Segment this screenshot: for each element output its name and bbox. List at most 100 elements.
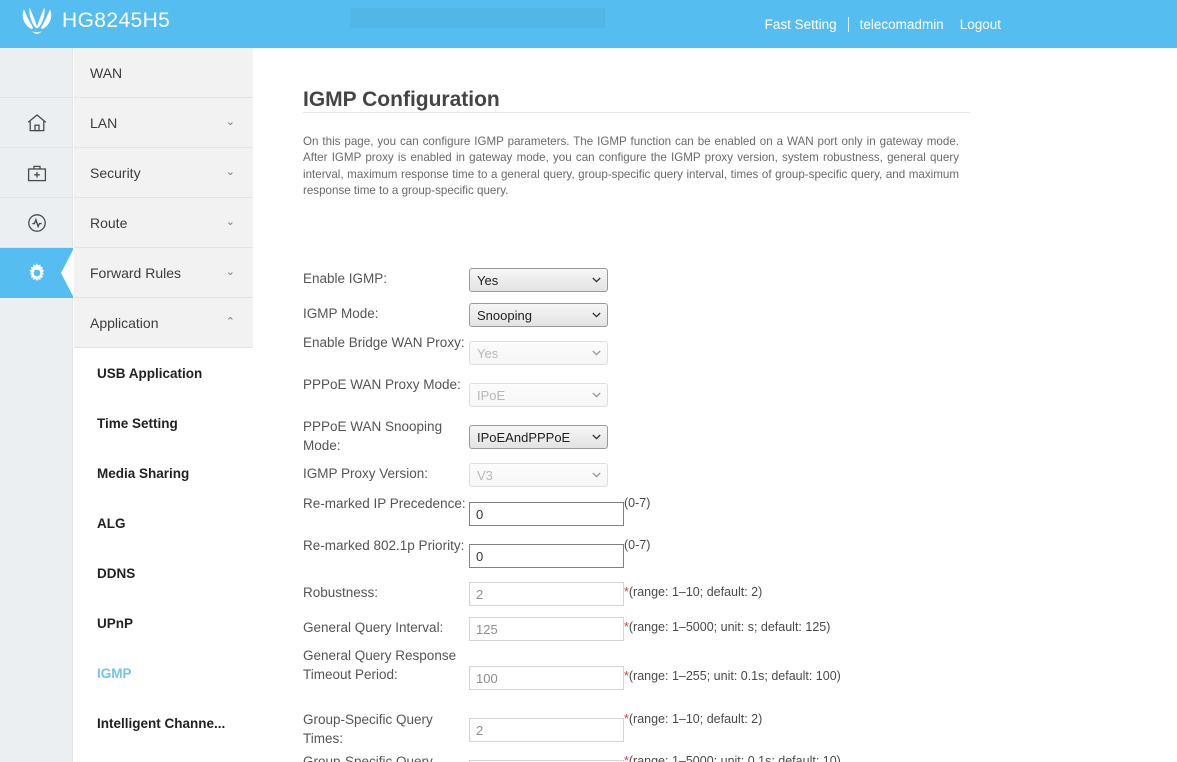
sidebar-subitem-usb-application[interactable]: USB Application bbox=[74, 348, 253, 398]
field-hint: (0-7) bbox=[624, 496, 651, 510]
field-control: IPoEAndPPPoE bbox=[469, 416, 608, 449]
form-row-pppoe-wan-proxy-mode: PPPoE WAN Proxy Mode: IPoE bbox=[303, 374, 608, 407]
sidebar-item-label: Security bbox=[90, 164, 141, 181]
sidebar-item-forward-rules[interactable]: Forward Rules ⌄ bbox=[74, 248, 253, 298]
form-row-group-specific-query-interval: Group-Specific Query Interval: *(range: … bbox=[303, 751, 841, 762]
rail-item-advanced-settings[interactable] bbox=[0, 248, 74, 298]
header-nav-divider bbox=[847, 17, 849, 32]
robustness-input[interactable] bbox=[469, 582, 624, 606]
app-header: HG8245H5 Fast Setting telecomadmin Logou… bbox=[0, 0, 1177, 48]
field-label: PPPoE WAN Proxy Mode: bbox=[303, 377, 461, 392]
main-content: IGMP Configuration On this page, you can… bbox=[253, 48, 1010, 762]
field-label: IGMP Proxy Version: bbox=[303, 466, 429, 481]
sidebar-nav: WAN LAN ⌄ Security ⌄ Route ⌄ Forward Rul… bbox=[74, 48, 253, 762]
form-row-group-specific-query-times: Group-Specific Query Times: *(range: 1–1… bbox=[303, 709, 762, 748]
sidebar-item-application[interactable]: Application ⌃ bbox=[74, 298, 253, 348]
select-wrapper: Snooping bbox=[469, 303, 608, 327]
sidebar-item-lan[interactable]: LAN ⌄ bbox=[74, 98, 253, 148]
chevron-down-icon: ⌄ bbox=[225, 166, 235, 178]
rail-item-status[interactable] bbox=[0, 198, 73, 248]
re-marked-ip-precedence-input[interactable] bbox=[469, 502, 624, 526]
pppoe-wan-proxy-mode-select[interactable]: IPoE bbox=[469, 383, 608, 407]
brand-model-name: HG8245H5 bbox=[62, 9, 171, 32]
field-hint: (0-7) bbox=[624, 538, 651, 552]
field-label: Robustness: bbox=[303, 585, 379, 600]
field-hint: *(range: 1–255; unit: 0.1s; default: 100… bbox=[624, 669, 841, 683]
field-hint: *(range: 1–5000; unit: s; default: 125) bbox=[624, 620, 831, 634]
field-control: (0-7) bbox=[469, 535, 650, 568]
huawei-flower-logo-icon bbox=[20, 6, 54, 36]
pppoe-wan-snooping-mode-select[interactable]: IPoEAndPPPoE bbox=[469, 425, 608, 449]
rail-item-spacer bbox=[0, 48, 73, 98]
sidebar-subitem-intelligent-channel[interactable]: Intelligent Channe... bbox=[74, 698, 253, 748]
browser-viewport: HG8245H5 Fast Setting telecomadmin Logou… bbox=[0, 0, 1177, 762]
form-row-general-query-response-timeout-period: General Query Response Timeout Period: *… bbox=[303, 645, 841, 690]
sidebar-item-label: Forward Rules bbox=[90, 264, 182, 281]
field-control: Snooping bbox=[469, 303, 608, 327]
title-divider bbox=[303, 112, 970, 113]
field-control: *(range: 1–10; default: 2) bbox=[469, 709, 762, 742]
field-label: Group-Specific Query Interval: bbox=[303, 754, 433, 762]
gear-icon bbox=[24, 260, 50, 286]
field-label: Enable IGMP: bbox=[303, 271, 388, 286]
field-hint: *(range: 1–10; default: 2) bbox=[624, 585, 763, 599]
field-control: *(range: 1–5000; unit: s; default: 125) bbox=[469, 617, 830, 641]
igmp-mode-select[interactable]: Snooping bbox=[469, 303, 608, 327]
field-hint: *(range: 1–5000; unit: 0.1s; default: 10… bbox=[624, 754, 841, 762]
home-icon bbox=[25, 111, 49, 135]
sidebar-subitem-ddns[interactable]: DDNS bbox=[74, 548, 253, 598]
sidebar-subitem-time-setting[interactable]: Time Setting bbox=[74, 398, 253, 448]
sidebar-item-route[interactable]: Route ⌄ bbox=[74, 198, 253, 248]
form-row-general-query-interval: General Query Interval: *(range: 1–5000;… bbox=[303, 617, 830, 641]
header-nav: Fast Setting telecomadmin Logout bbox=[765, 17, 1001, 32]
select-wrapper: IPoE bbox=[469, 383, 608, 407]
form-row-re-marked-8021p-priority: Re-marked 802.1p Priority: (0-7) bbox=[303, 535, 650, 568]
enable-igmp-select[interactable]: Yes bbox=[469, 268, 608, 292]
re-marked-8021p-priority-input[interactable] bbox=[469, 544, 624, 568]
field-control: Yes bbox=[469, 332, 608, 365]
sidebar-item-wan[interactable]: WAN bbox=[74, 48, 253, 98]
field-control: (0-7) bbox=[469, 493, 650, 526]
page-title: IGMP Configuration bbox=[303, 88, 500, 112]
form-row-enable-bridge-wan-proxy: Enable Bridge WAN Proxy: Yes bbox=[303, 332, 608, 365]
current-user-link[interactable]: telecomadmin bbox=[860, 17, 944, 32]
group-specific-query-times-input[interactable] bbox=[469, 718, 624, 742]
logout-link[interactable]: Logout bbox=[960, 17, 1001, 32]
select-wrapper: Yes bbox=[469, 341, 608, 365]
toolbox-plus-icon bbox=[25, 161, 49, 185]
sidebar-item-security[interactable]: Security ⌄ bbox=[74, 148, 253, 198]
chevron-down-icon: ⌄ bbox=[225, 266, 235, 278]
status-pulse-icon bbox=[25, 211, 49, 235]
field-label: Re-marked 802.1p Priority: bbox=[303, 538, 465, 553]
enable-bridge-wan-proxy-select[interactable]: Yes bbox=[469, 341, 608, 365]
form-row-enable-igmp: Enable IGMP: Yes bbox=[303, 268, 608, 292]
sidebar-subitem-alg[interactable]: ALG bbox=[74, 498, 253, 548]
sidebar-subitem-upnp[interactable]: UPnP bbox=[74, 598, 253, 648]
field-label: IGMP Mode: bbox=[303, 306, 379, 321]
form-row-robustness: Robustness: *(range: 1–10; default: 2) bbox=[303, 582, 762, 606]
field-control: V3 bbox=[469, 463, 608, 487]
form-row-igmp-proxy-version: IGMP Proxy Version: V3 bbox=[303, 463, 608, 487]
field-label: Enable Bridge WAN Proxy: bbox=[303, 335, 465, 350]
igmp-proxy-version-select[interactable]: V3 bbox=[469, 463, 608, 487]
brand: HG8245H5 bbox=[20, 6, 170, 36]
field-label: General Query Response Timeout Period: bbox=[303, 648, 457, 682]
fast-setting-link[interactable]: Fast Setting bbox=[765, 17, 837, 32]
general-query-interval-input[interactable] bbox=[469, 617, 624, 641]
sidebar-subitem-media-sharing[interactable]: Media Sharing bbox=[74, 448, 253, 498]
rail-item-home[interactable] bbox=[0, 98, 73, 148]
sidebar-item-label: WAN bbox=[90, 64, 123, 81]
sidebar-subitem-igmp[interactable]: IGMP bbox=[74, 648, 253, 698]
rail-item-maintenance[interactable] bbox=[0, 148, 73, 198]
field-control: IPoE bbox=[469, 374, 608, 407]
sidebar-item-label: LAN bbox=[90, 114, 118, 131]
select-wrapper: V3 bbox=[469, 463, 608, 487]
field-hint: *(range: 1–10; default: 2) bbox=[624, 712, 763, 726]
field-label: Re-marked IP Precedence: bbox=[303, 496, 466, 511]
header-decorative-band bbox=[350, 8, 605, 28]
general-query-response-timeout-period-input[interactable] bbox=[469, 666, 624, 690]
field-control: *(range: 1–255; unit: 0.1s; default: 100… bbox=[469, 645, 841, 690]
field-label: General Query Interval: bbox=[303, 620, 444, 635]
sidebar-item-label: Route bbox=[90, 214, 128, 231]
field-label: PPPoE WAN Snooping Mode: bbox=[303, 419, 443, 453]
